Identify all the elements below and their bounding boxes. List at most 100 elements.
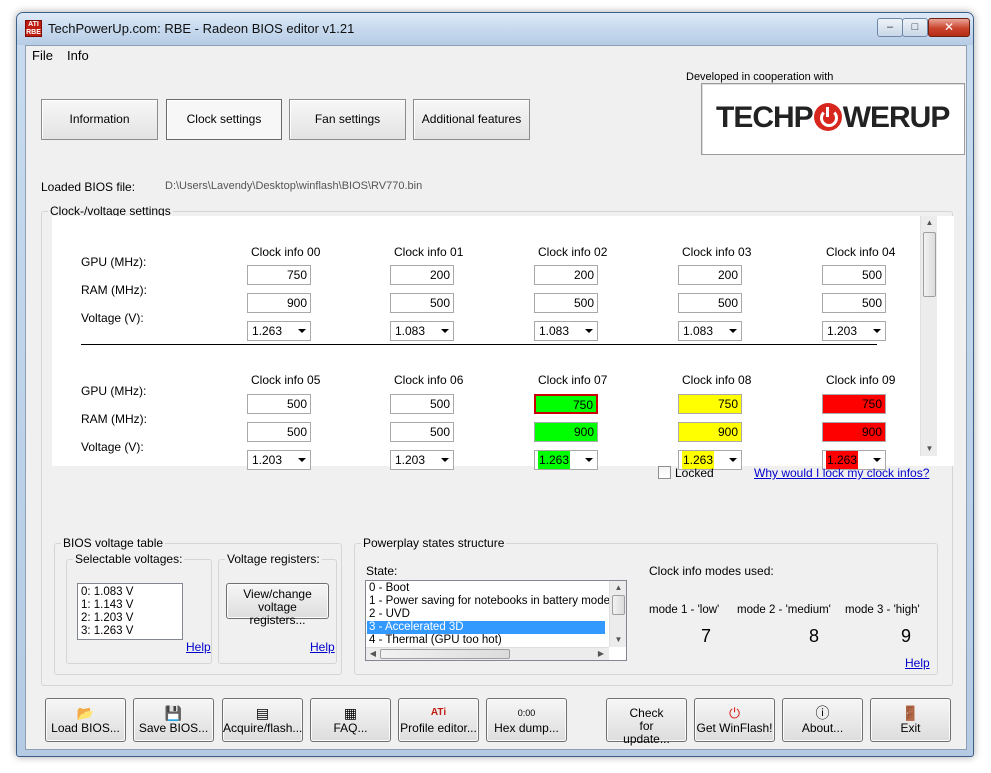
gpu-clock-field[interactable]: 750 [534,394,598,414]
ram-clock-field[interactable]: 900 [534,422,598,442]
toolbar-button-9[interactable]: 🚪 Exit [870,698,951,742]
gpu-clock-field[interactable]: 500 [390,394,454,414]
powerplay-state-list[interactable]: 0 - Boot 1 - Power saving for notebooks … [365,580,627,661]
list-item[interactable]: 2 - UVD [369,608,410,621]
mode-2-value: 8 [809,626,820,646]
dropdown-arrow-icon[interactable] [585,329,593,333]
toolbar-button-8[interactable]: ⓘ About... [782,698,863,742]
dropdown-arrow-icon[interactable] [585,458,593,462]
voltage-list[interactable]: 0: 1.083 V 1: 1.143 V 2: 1.203 V 3: 1.26… [77,583,183,640]
gpu-clock-field[interactable]: 200 [534,265,598,285]
scroll-right-icon[interactable]: ▶ [596,649,606,658]
maximize-button[interactable]: □ [902,18,928,37]
list-item[interactable]: 1 - Power saving for notebooks in batter… [369,595,626,608]
close-button[interactable]: ✕ [928,18,970,37]
registers-help-link[interactable]: Help [310,640,335,654]
gpu-clock-field[interactable]: 750 [822,394,886,414]
list-item[interactable]: 0: 1.083 V [81,586,133,599]
ram-clock-field[interactable]: 500 [247,422,311,442]
toolbar-button-3[interactable]: ▦ FAQ... [310,698,391,742]
minimize-button[interactable]: – [877,18,903,37]
toolbar-button-4[interactable]: ATi Profile editor... [398,698,479,742]
toolbar-button-2[interactable]: ▤ Acquire/flash... [222,698,303,742]
voltage-value: 1.203 [395,453,426,467]
powerplay-help-link[interactable]: Help [905,656,930,670]
state-list-vscroll[interactable]: ▲ ▼ [609,581,626,647]
dropdown-arrow-icon[interactable] [298,458,306,462]
scroll-down-icon[interactable]: ▼ [610,635,626,644]
toolbar-button-5[interactable]: 0:00 Hex dump... [486,698,567,742]
voltage-select[interactable]: 1.203 [390,450,454,470]
list-item[interactable]: 1: 1.143 V [81,599,133,612]
scroll-up-icon[interactable]: ▲ [921,218,938,227]
voltage-select[interactable]: 1.263 [534,450,598,470]
toolbar-button-7[interactable]: ⏻ Get WinFlash! [694,698,775,742]
toolbar-button-0[interactable]: 📂 Load BIOS... [45,698,126,742]
tab-additional-features[interactable]: Additional features [413,99,530,140]
menu-file[interactable]: File [32,48,53,63]
gpu-clock-field[interactable]: 750 [247,265,311,285]
ram-clock-field[interactable]: 900 [678,422,742,442]
ram-clock-field[interactable]: 500 [678,293,742,313]
voltage-select[interactable]: 1.083 [534,321,598,341]
scroll-down-icon[interactable]: ▼ [921,444,938,453]
voltage-select[interactable]: 1.083 [678,321,742,341]
exit-door-icon: 🚪 [901,705,920,721]
ram-clock-field[interactable]: 500 [390,422,454,442]
voltage-registers-title: Voltage registers: [225,552,322,566]
lock-help-link[interactable]: Why would I lock my clock infos? [754,466,929,480]
toolbar-button-6[interactable]: Check for update... [606,698,687,746]
voltage-value: 1.083 [539,324,570,338]
gpu-clock-field[interactable]: 500 [247,394,311,414]
binary-icon: 0:00 [517,708,536,718]
voltage-select[interactable]: 1.203 [247,450,311,470]
gpu-clock-field[interactable]: 500 [822,265,886,285]
ati-app-icon: ATI RBE [25,20,42,37]
separator-line [81,344,877,345]
dropdown-arrow-icon[interactable] [729,458,737,462]
scroll-thumb[interactable] [612,595,625,615]
tab-clock-settings[interactable]: Clock settings [166,99,282,140]
tab-fan-settings[interactable]: Fan settings [289,99,406,140]
toolbar-button-1[interactable]: 💾 Save BIOS... [133,698,214,742]
scroll-left-icon[interactable]: ◀ [368,649,378,658]
list-item[interactable]: 2: 1.203 V [81,612,133,625]
view-voltage-registers-button[interactable]: View/change voltage registers... [226,583,329,627]
voltage-help-link[interactable]: Help [186,640,211,654]
dropdown-arrow-icon[interactable] [298,329,306,333]
dropdown-arrow-icon[interactable] [729,329,737,333]
gpu-clock-field[interactable]: 200 [390,265,454,285]
list-item[interactable]: 3: 1.263 V [81,625,133,638]
list-item-selected[interactable]: 3 - Accelerated 3D [367,621,605,634]
dropdown-arrow-icon[interactable] [441,329,449,333]
title-bar[interactable]: ATI RBE TechPowerUp.com: RBE - Radeon BI… [17,13,973,45]
voltage-value: 1.203 [827,324,858,338]
scroll-thumb[interactable] [380,649,510,659]
voltage-select[interactable]: 1.263 [247,321,311,341]
voltage-value: 1.203 [252,453,283,467]
ram-clock-field[interactable]: 500 [822,293,886,313]
ram-clock-field[interactable]: 500 [534,293,598,313]
dropdown-arrow-icon[interactable] [873,329,881,333]
list-item[interactable]: 0 - Boot [369,582,409,595]
scroll-thumb[interactable] [923,232,936,297]
voltage-select[interactable]: 1.083 [390,321,454,341]
dropdown-arrow-icon[interactable] [873,458,881,462]
ram-clock-field[interactable]: 900 [247,293,311,313]
state-list-hscroll[interactable]: ◀ ▶ [366,647,609,660]
gpu-clock-field[interactable]: 750 [678,394,742,414]
scroll-up-icon[interactable]: ▲ [610,583,626,592]
list-item[interactable]: 4 - Thermal (GPU too hot) [369,634,502,647]
tab-information[interactable]: Information [41,99,158,140]
ram-clock-field[interactable]: 900 [822,422,886,442]
locked-checkbox[interactable] [658,466,671,479]
dropdown-arrow-icon[interactable] [441,458,449,462]
clock-info-header: Clock info 09 [826,373,896,387]
gpu-clock-field[interactable]: 200 [678,265,742,285]
voltage-select[interactable]: 1.203 [822,321,886,341]
clock-panel-scrollbar[interactable]: ▲ ▼ [920,216,937,456]
clock-info-header: Clock info 00 [251,245,321,259]
techpowerup-logo[interactable]: TECHP WERUP [701,83,965,155]
menu-info[interactable]: Info [67,48,89,63]
ram-clock-field[interactable]: 500 [390,293,454,313]
